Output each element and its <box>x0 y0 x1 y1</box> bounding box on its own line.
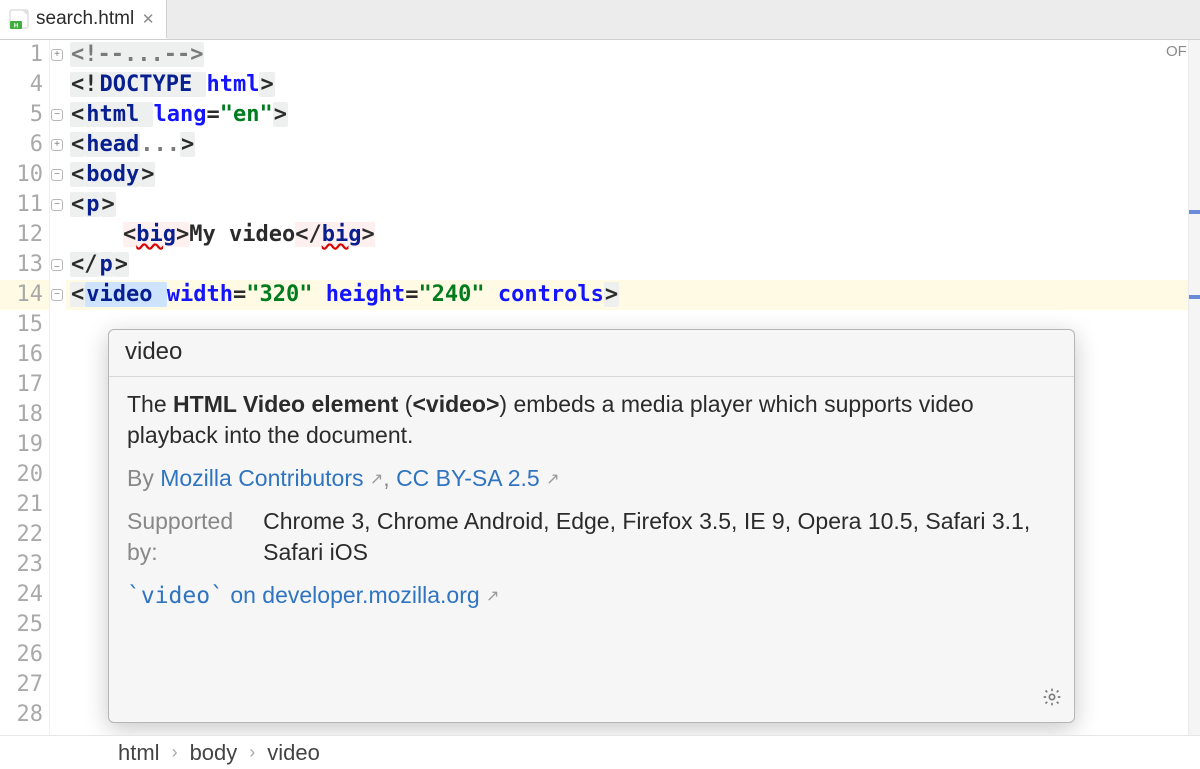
tab-strip: H search.html ✕ <box>0 0 1200 40</box>
gutter: 1 4 5 6 10 11 12 13 14 15 16 17 18 19 20… <box>0 40 50 735</box>
code-line[interactable]: <!DOCTYPE html> <box>66 70 1200 100</box>
code-line[interactable]: </p> <box>66 250 1200 280</box>
line-number: 23 <box>0 550 49 580</box>
line-number: 1 <box>0 40 49 70</box>
line-number: 17 <box>0 370 49 400</box>
supported-by-label: Supported by: <box>127 506 233 568</box>
line-number: 11 <box>0 190 49 220</box>
fold-collapse-icon[interactable]: − <box>51 289 63 301</box>
fold-expand-icon[interactable]: + <box>51 139 63 151</box>
external-link-icon: ↗ <box>546 471 559 488</box>
line-number: 12 <box>0 220 49 250</box>
line-number: 28 <box>0 700 49 730</box>
file-tab[interactable]: H search.html ✕ <box>0 0 167 39</box>
chevron-right-icon: › <box>249 742 255 763</box>
fold-collapse-icon[interactable]: − <box>51 199 63 211</box>
code-line-current[interactable]: <video width="320" height="240" controls… <box>66 280 1200 310</box>
external-link-icon: ↗ <box>370 471 383 488</box>
breadcrumb-item[interactable]: html <box>118 740 160 766</box>
mdn-link[interactable]: `video` on developer.mozilla.org ↗ <box>127 582 499 608</box>
fold-collapse-icon[interactable]: − <box>51 109 63 121</box>
svg-text:H: H <box>14 23 18 29</box>
code-line[interactable]: <!--...--> <box>66 40 1200 70</box>
line-number: 13 <box>0 250 49 280</box>
code-line[interactable]: <p> <box>66 190 1200 220</box>
close-tab-icon[interactable]: ✕ <box>140 11 156 27</box>
mozilla-contributors-link[interactable]: Mozilla Contributors ↗ <box>160 465 383 491</box>
fold-expand-icon[interactable]: + <box>51 49 63 61</box>
license-link[interactable]: CC BY-SA 2.5 ↗ <box>396 465 559 491</box>
doc-description: The HTML Video element (<video>) embeds … <box>127 389 1056 451</box>
line-number: 22 <box>0 520 49 550</box>
line-number: 10 <box>0 160 49 190</box>
line-number: 26 <box>0 640 49 670</box>
breadcrumb-item[interactable]: video <box>267 740 320 766</box>
breadcrumb-item[interactable]: body <box>190 740 238 766</box>
editor-scrollbar[interactable] <box>1188 40 1200 735</box>
doc-popup-body: The HTML Video element (<video>) embeds … <box>109 377 1074 632</box>
quick-doc-popup: video The HTML Video element (<video>) e… <box>108 329 1075 723</box>
chevron-right-icon: › <box>172 742 178 763</box>
line-number: 14 <box>0 280 49 310</box>
external-link-icon: ↗ <box>486 588 499 605</box>
scroll-marker[interactable] <box>1189 210 1200 214</box>
file-tab-label: search.html <box>36 8 134 30</box>
line-number: 4 <box>0 70 49 100</box>
line-number: 5 <box>0 100 49 130</box>
line-number: 27 <box>0 670 49 700</box>
line-number: 15 <box>0 310 49 340</box>
breadcrumb: html › body › video <box>0 735 1200 769</box>
fold-column: + − + − − − − <box>50 40 66 735</box>
line-number: 6 <box>0 130 49 160</box>
gear-icon[interactable] <box>1042 687 1062 712</box>
line-number: 21 <box>0 490 49 520</box>
code-line[interactable]: <head...> <box>66 130 1200 160</box>
supported-by-values: Chrome 3, Chrome Android, Edge, Firefox … <box>263 506 1056 568</box>
line-number: 19 <box>0 430 49 460</box>
scroll-marker[interactable] <box>1189 295 1200 299</box>
line-number: 18 <box>0 400 49 430</box>
line-number: 25 <box>0 610 49 640</box>
line-number: 20 <box>0 460 49 490</box>
fold-end-icon[interactable]: − <box>51 259 63 271</box>
line-number: 16 <box>0 340 49 370</box>
line-number: 24 <box>0 580 49 610</box>
doc-popup-title: video <box>109 330 1074 377</box>
code-line[interactable]: <body> <box>66 160 1200 190</box>
code-line[interactable]: <html lang="en"> <box>66 100 1200 130</box>
doc-supported-by: Supported by: Chrome 3, Chrome Android, … <box>127 506 1056 568</box>
html-file-icon: H <box>8 8 30 30</box>
fold-collapse-icon[interactable]: − <box>51 169 63 181</box>
doc-attribution: By Mozilla Contributors ↗, CC BY-SA 2.5 … <box>127 463 1056 494</box>
code-line[interactable]: <big>My video</big> <box>66 220 1200 250</box>
